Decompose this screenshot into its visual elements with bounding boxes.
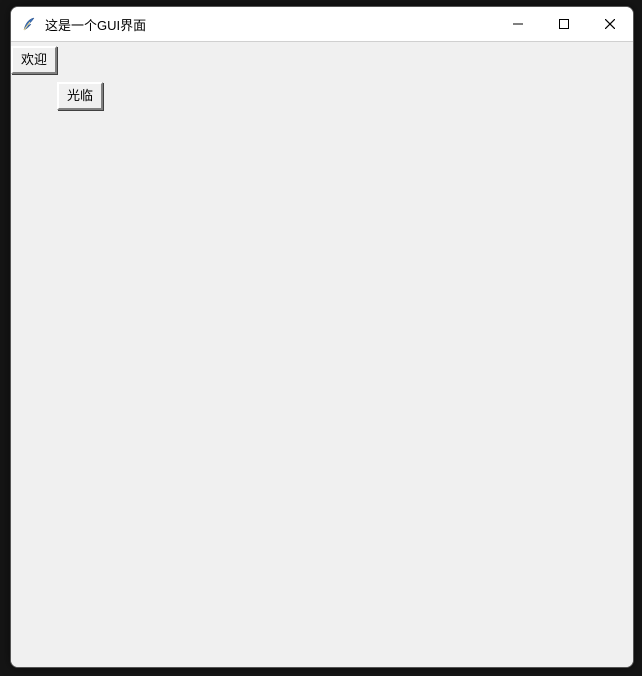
window-controls <box>495 7 633 41</box>
maximize-button[interactable] <box>541 7 587 41</box>
window-title: 这是一个GUI界面 <box>45 15 146 34</box>
desktop-background: 这是一个GUI界面 欢迎 光临 <box>0 0 642 676</box>
welcome-button[interactable]: 欢迎 <box>11 46 57 74</box>
minimize-button[interactable] <box>495 7 541 41</box>
client-area: 欢迎 光临 <box>11 42 633 667</box>
close-button[interactable] <box>587 7 633 41</box>
visit-button[interactable]: 光临 <box>57 82 103 110</box>
titlebar[interactable]: 这是一个GUI界面 <box>11 7 633 42</box>
app-window: 这是一个GUI界面 欢迎 光临 <box>10 6 634 668</box>
feather-icon <box>21 16 37 32</box>
